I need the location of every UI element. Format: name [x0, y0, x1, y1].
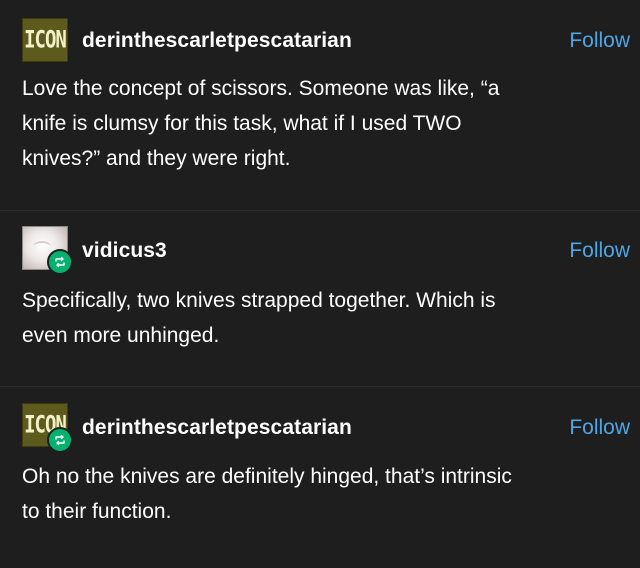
reblog-badge [47, 427, 73, 453]
avatar[interactable]: ICON [22, 403, 73, 453]
reblog-entry-3: ICON derinthescarletpescatarian Follow O… [0, 386, 640, 568]
username-link[interactable]: vidicus3 [82, 239, 167, 263]
post-body-line: even more unhinged. [22, 324, 220, 347]
post-body-line: knives?” and they were right. [22, 147, 291, 170]
follow-button[interactable]: Follow [569, 239, 630, 263]
reblog-entry-2: vidicus3 Follow Specifically, two knives… [0, 210, 640, 386]
post-body: Love the concept of scissors. Someone wa… [22, 71, 622, 176]
follow-button[interactable]: Follow [569, 29, 630, 53]
post-body-line: knife is clumsy for this task, what if I… [22, 112, 462, 135]
avatar-photo-detail [33, 241, 51, 253]
username-link[interactable]: derinthescarletpescatarian [82, 416, 352, 440]
post-body: Specifically, two knives strapped togeth… [22, 283, 622, 353]
avatar[interactable]: ICON [22, 18, 68, 62]
reblog-entry-1: ICON derinthescarletpescatarian Follow L… [0, 0, 640, 210]
follow-button[interactable]: Follow [569, 416, 630, 440]
post-body-line: Love the concept of scissors. Someone wa… [22, 77, 500, 100]
reblog-icon [55, 434, 65, 446]
username-link[interactable]: derinthescarletpescatarian [82, 29, 352, 53]
reblog-icon [55, 256, 65, 268]
post-body-line: Oh no the knives are definitely hinged, … [22, 465, 512, 488]
post-body-line: to their function. [22, 500, 172, 523]
post-body-line: Specifically, two knives strapped togeth… [22, 289, 496, 312]
post-body: Oh no the knives are definitely hinged, … [22, 459, 622, 529]
reblog-badge [47, 249, 73, 275]
avatar-label: ICON [24, 26, 67, 54]
avatar[interactable] [22, 226, 73, 275]
